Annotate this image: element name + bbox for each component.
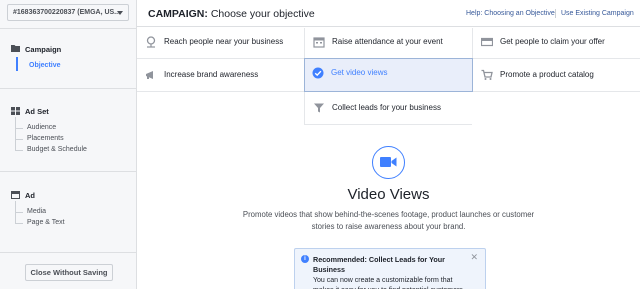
megaphone-icon <box>146 71 153 79</box>
page-title: CAMPAIGN: Choose your objective <box>148 8 315 20</box>
sidebar-divider <box>0 171 137 172</box>
sidebar-section-campaign[interactable]: Campaign <box>25 45 61 54</box>
objective-label: Raise attendance at your event <box>332 37 443 46</box>
calendar-icon <box>313 37 325 48</box>
active-indicator <box>16 57 18 71</box>
objective-title: Video Views <box>347 186 430 203</box>
page-title-text: Choose your objective <box>210 8 315 20</box>
offer-tag-icon <box>481 37 493 47</box>
recommendation-body: You can now create a customizable form t… <box>313 277 465 289</box>
tree-line <box>15 117 16 151</box>
sidebar-divider <box>0 88 137 89</box>
sidebar-section-ad[interactable]: Ad <box>25 191 35 200</box>
header: CAMPAIGN: Choose your objective Help: Ch… <box>137 0 640 27</box>
location-pin-icon <box>146 36 156 48</box>
shopping-cart-icon <box>481 69 493 80</box>
tree-branch <box>15 223 23 224</box>
use-existing-campaign-link[interactable]: Use Existing Campaign <box>561 10 634 17</box>
close-without-saving-button[interactable]: Close Without Saving <box>25 264 113 281</box>
sidebar-section-adset[interactable]: Ad Set <box>25 107 49 116</box>
sidebar-item-media[interactable]: Media <box>27 208 46 215</box>
video-camera-icon <box>380 157 397 167</box>
info-icon: i <box>301 255 309 263</box>
tree-branch <box>15 128 23 129</box>
objective-label: Get video views <box>331 68 388 77</box>
objective-label: Reach people near your business <box>164 37 284 46</box>
sidebar-item-budget-schedule[interactable]: Budget & Schedule <box>27 146 87 153</box>
objective-description: Promote videos that show behind-the-scen… <box>242 210 535 231</box>
funnel-icon <box>314 103 324 113</box>
chevron-down-icon <box>117 11 123 15</box>
objective-label: Collect leads for your business <box>332 103 441 112</box>
sidebar: #168363700220837 (EMGA, US... Campaign O… <box>0 0 137 289</box>
sidebar-item-placements[interactable]: Placements <box>27 135 64 142</box>
sidebar-item-objective[interactable]: Objective <box>29 62 61 69</box>
tree-branch <box>15 150 23 151</box>
objective-lead-generation[interactable]: Collect leads for your business <box>305 93 472 124</box>
account-selector[interactable]: #168363700220837 (EMGA, US... <box>7 4 129 21</box>
ad-icon <box>11 191 20 199</box>
recommendation-notice: i Recommended: Collect Leads for Your Bu… <box>294 248 486 289</box>
objective-label: Get people to claim your offer <box>500 37 605 46</box>
help-objective-link[interactable]: Help: Choosing an Objective <box>466 10 555 17</box>
objective-brand-awareness[interactable]: Increase brand awareness <box>137 60 304 91</box>
check-circle-icon <box>312 67 324 79</box>
tree-branch <box>15 212 23 213</box>
sidebar-divider <box>0 28 137 29</box>
objective-local-reach[interactable]: Reach people near your business <box>137 27 304 58</box>
sidebar-item-audience[interactable]: Audience <box>27 124 56 131</box>
objective-video-views[interactable]: Get video views <box>304 58 473 92</box>
objective-offer-claims[interactable]: Get people to claim your offer <box>473 27 640 58</box>
grid-icon <box>11 107 20 115</box>
page-title-prefix: CAMPAIGN: <box>148 8 208 20</box>
objective-event-responses[interactable]: Raise attendance at your event <box>305 27 472 58</box>
sidebar-item-page-text[interactable]: Page & Text <box>27 219 65 226</box>
recommendation-title: Recommended: Collect Leads for Your Busi… <box>313 255 445 274</box>
video-objective-badge <box>372 146 405 179</box>
objective-product-catalog[interactable]: Promote a product catalog <box>473 60 640 91</box>
header-divider <box>555 9 556 18</box>
folder-icon <box>11 45 20 52</box>
sidebar-divider <box>0 252 137 253</box>
account-label: #168363700220837 (EMGA, US... <box>13 9 121 16</box>
objective-label: Promote a product catalog <box>500 70 594 79</box>
tree-branch <box>15 139 23 140</box>
grid-divider <box>304 124 472 125</box>
objective-label: Increase brand awareness <box>164 70 259 79</box>
close-icon[interactable]: ✕ <box>470 252 478 263</box>
